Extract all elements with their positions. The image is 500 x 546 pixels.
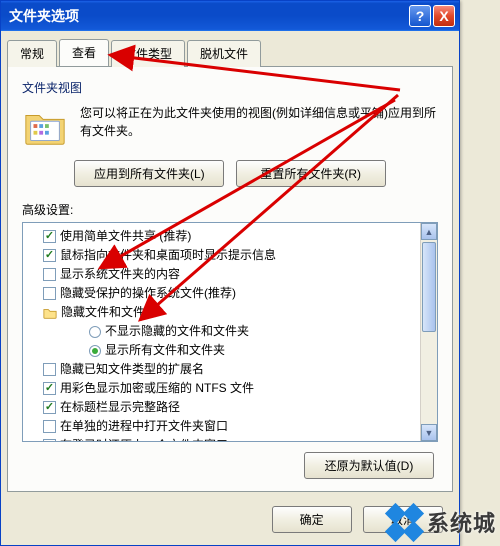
checkbox-icon[interactable]	[43, 287, 56, 300]
restore-row: 还原为默认值(D)	[22, 452, 438, 479]
list-item[interactable]: 隐藏文件和文件夹	[25, 303, 435, 322]
restore-defaults-button[interactable]: 还原为默认值(D)	[304, 452, 434, 479]
tabstrip: 常规 查看 文件类型 脱机文件	[1, 31, 459, 66]
list-item[interactable]: 显示系统文件夹的内容	[25, 265, 435, 284]
checkbox-icon[interactable]	[43, 420, 56, 433]
advanced-settings-tree[interactable]: 使用简单文件共享 (推荐) 鼠标指向文件夹和桌面项时显示提示信息 显示系统文件夹…	[22, 222, 438, 442]
checkbox-icon[interactable]	[43, 363, 56, 376]
folder-options-window: 文件夹选项 ? X 常规 查看 文件类型 脱机文件 文件夹视图 您可以将正在为此…	[0, 0, 460, 546]
close-button[interactable]: X	[433, 5, 455, 27]
tab-view[interactable]: 查看	[59, 39, 109, 66]
section-title-folder-views: 文件夹视图	[22, 79, 438, 96]
item-label: 显示所有文件和文件夹	[105, 342, 225, 359]
apply-to-all-button[interactable]: 应用到所有文件夹(L)	[74, 160, 224, 187]
advanced-settings-label: 高级设置:	[22, 201, 438, 218]
list-item[interactable]: 在标题栏显示完整路径	[25, 398, 435, 417]
scroll-track[interactable]	[421, 240, 437, 424]
scroll-down-icon[interactable]: ▼	[421, 424, 437, 441]
help-button[interactable]: ?	[409, 5, 431, 27]
checkbox-icon[interactable]	[43, 230, 56, 243]
folder-views-box: 您可以将正在为此文件夹使用的视图(例如详细信息或平铺)应用到所有文件夹。	[22, 104, 438, 150]
list-item[interactable]: 鼠标指向文件夹和桌面项时显示提示信息	[25, 246, 435, 265]
radio-icon[interactable]	[89, 326, 101, 338]
folder-icon	[43, 306, 57, 320]
tab-panel-view: 文件夹视图 您可以将正在为此文件夹使用的视图(例如详细信息或平铺)应用到所有文件…	[7, 66, 453, 492]
item-label: 在单独的进程中打开文件夹窗口	[60, 418, 228, 435]
list-item[interactable]: 使用简单文件共享 (推荐)	[25, 227, 435, 246]
list-item[interactable]: 用彩色显示加密或压缩的 NTFS 文件	[25, 379, 435, 398]
list-item[interactable]: 显示所有文件和文件夹	[25, 341, 435, 360]
tab-general[interactable]: 常规	[7, 40, 57, 67]
item-label: 隐藏已知文件类型的扩展名	[60, 361, 204, 378]
item-label: 隐藏受保护的操作系统文件(推荐)	[60, 285, 236, 302]
item-label: 在登录时还原上一个文件夹窗口	[60, 437, 228, 442]
scroll-up-icon[interactable]: ▲	[421, 223, 437, 240]
checkbox-icon[interactable]	[43, 382, 56, 395]
scroll-thumb[interactable]	[422, 242, 436, 332]
watermark-text: 系统城	[427, 506, 496, 538]
tab-offline[interactable]: 脱机文件	[187, 40, 261, 67]
checkbox-icon[interactable]	[43, 439, 56, 442]
list-item[interactable]: 在单独的进程中打开文件夹窗口	[25, 417, 435, 436]
item-label: 显示系统文件夹的内容	[60, 266, 180, 283]
ok-button[interactable]: 确定	[272, 506, 352, 533]
list-item[interactable]: 隐藏受保护的操作系统文件(推荐)	[25, 284, 435, 303]
list-item[interactable]: 在登录时还原上一个文件夹窗口	[25, 436, 435, 442]
checkbox-icon[interactable]	[43, 249, 56, 262]
item-label: 用彩色显示加密或压缩的 NTFS 文件	[60, 380, 254, 397]
watermark: 系统城	[387, 504, 496, 540]
titlebar: 文件夹选项 ? X	[1, 1, 459, 31]
reset-all-button[interactable]: 重置所有文件夹(R)	[236, 160, 386, 187]
item-label: 不显示隐藏的文件和文件夹	[105, 323, 249, 340]
checkbox-icon[interactable]	[43, 268, 56, 281]
folder-views-description: 您可以将正在为此文件夹使用的视图(例如详细信息或平铺)应用到所有文件夹。	[80, 104, 438, 150]
radio-icon[interactable]	[89, 345, 101, 357]
scrollbar[interactable]: ▲ ▼	[420, 223, 437, 441]
window-title: 文件夹选项	[9, 6, 407, 26]
item-label: 鼠标指向文件夹和桌面项时显示提示信息	[60, 247, 276, 264]
folder-views-icon	[22, 104, 68, 150]
item-label: 在标题栏显示完整路径	[60, 399, 180, 416]
list-item[interactable]: 隐藏已知文件类型的扩展名	[25, 360, 435, 379]
list-item[interactable]: 不显示隐藏的文件和文件夹	[25, 322, 435, 341]
item-label: 隐藏文件和文件夹	[61, 304, 157, 321]
folder-views-buttons: 应用到所有文件夹(L) 重置所有文件夹(R)	[22, 160, 438, 187]
checkbox-icon[interactable]	[43, 401, 56, 414]
watermark-logo-icon	[387, 504, 423, 540]
tab-filetypes[interactable]: 文件类型	[111, 40, 185, 67]
item-label: 使用简单文件共享 (推荐)	[60, 228, 191, 245]
